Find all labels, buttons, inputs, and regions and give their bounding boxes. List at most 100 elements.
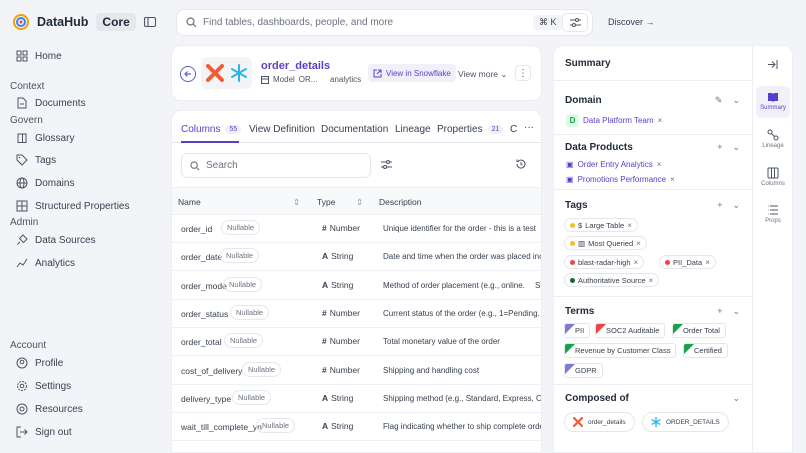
- sidebar-item-profile[interactable]: Profile: [16, 357, 63, 369]
- rail-summary[interactable]: Summary: [753, 91, 793, 111]
- sidebar-collapse-icon[interactable]: [143, 15, 157, 29]
- add-icon[interactable]: +: [717, 306, 722, 317]
- remove-icon[interactable]: ×: [649, 276, 654, 285]
- column-description[interactable]: Shipping method (e.g., Standard, Express…: [383, 394, 541, 403]
- sidebar-item-domains[interactable]: Domains: [16, 177, 74, 189]
- tab-documentation[interactable]: Documentation: [321, 124, 388, 135]
- column-header-name[interactable]: Name: [178, 197, 201, 207]
- table-row[interactable]: order_id Nullable # Number Unique identifier…: [172, 215, 541, 243]
- column-search-input[interactable]: Search: [181, 153, 371, 178]
- table-row[interactable]: wait_till_complete_yn Nullable A String Flag…: [172, 413, 541, 442]
- brand[interactable]: DataHub Core: [13, 13, 136, 31]
- chevron-down-icon[interactable]: ⌄: [732, 95, 740, 106]
- table-row[interactable]: order_mode Nullable A String Method of order…: [172, 272, 541, 300]
- back-button[interactable]: [180, 66, 196, 82]
- rail-columns[interactable]: Columns: [753, 167, 793, 187]
- tag-chip[interactable]: blast-radar-high ×: [564, 255, 645, 269]
- column-description[interactable]: Current status of the order (e.g., 1=Pen…: [383, 309, 540, 318]
- term-chip[interactable]: Order Total: [672, 323, 726, 338]
- filter-sliders-icon[interactable]: [381, 160, 392, 169]
- column-name[interactable]: order_total: [181, 337, 222, 347]
- tab-overflow[interactable]: C: [510, 124, 517, 135]
- remove-icon[interactable]: ×: [634, 258, 639, 267]
- column-description[interactable]: Total monetary value of the order: [383, 337, 500, 346]
- composed-of-item[interactable]: ORDER_DETAILS: [642, 412, 729, 432]
- table-row[interactable]: delivery_type Nullable A String Shipping met…: [172, 385, 541, 413]
- rail-props[interactable]: Props: [753, 204, 793, 224]
- entity-container[interactable]: analytics: [330, 75, 361, 84]
- column-description[interactable]: Unique identifier for the order - this i…: [383, 224, 536, 233]
- close-panel-icon[interactable]: [767, 59, 778, 70]
- column-description[interactable]: Shipping and handling cost: [383, 366, 479, 375]
- rail-lineage[interactable]: Lineage: [753, 129, 793, 149]
- table-row[interactable]: order_total Nullable # Number Total monetary…: [172, 328, 541, 357]
- add-icon[interactable]: +: [717, 200, 722, 211]
- term-chip[interactable]: GDPR: [564, 363, 603, 378]
- term-chip[interactable]: SOC2 Auditable: [595, 323, 666, 338]
- column-name[interactable]: cost_of_delivery: [181, 366, 242, 376]
- column-name[interactable]: delivery_type: [181, 394, 231, 404]
- chevron-down-icon[interactable]: ⌄: [732, 306, 740, 317]
- entity-name[interactable]: order_details: [261, 60, 330, 72]
- tag-chip[interactable]: ▥ Most Queried ×: [564, 236, 647, 250]
- sidebar-item-analytics[interactable]: Analytics: [16, 257, 75, 269]
- view-in-platform-button[interactable]: View in Snowflake: [368, 64, 456, 82]
- tag-chip[interactable]: Authoritative Source ×: [564, 273, 660, 287]
- view-more-button[interactable]: View more ⌄: [458, 69, 508, 80]
- remove-icon[interactable]: ×: [627, 221, 632, 230]
- sidebar-item-glossary[interactable]: Glossary: [16, 132, 74, 144]
- sort-icon[interactable]: ⇕: [293, 197, 300, 208]
- term-chip[interactable]: Certified: [683, 343, 728, 358]
- sort-icon[interactable]: ⇕: [356, 197, 363, 208]
- tabs-more-icon[interactable]: ···: [524, 122, 534, 133]
- chevron-down-icon[interactable]: ⌄: [732, 393, 740, 404]
- tag-chip[interactable]: $ Large Table ×: [564, 218, 638, 232]
- chevron-down-icon[interactable]: ⌄: [732, 200, 740, 211]
- sidebar-item-documents[interactable]: Documents: [16, 97, 86, 109]
- column-name[interactable]: wait_till_complete_yn: [181, 422, 262, 432]
- remove-icon[interactable]: ×: [670, 175, 675, 184]
- sidebar-item-resources[interactable]: Resources: [16, 403, 83, 415]
- column-description[interactable]: Method of order placement (e.g., online.: [383, 281, 525, 290]
- sidebar-item-tags[interactable]: Tags: [16, 154, 56, 166]
- column-name[interactable]: order_mode: [181, 281, 227, 291]
- more-actions-button[interactable]: ⋮: [515, 65, 531, 81]
- table-row[interactable]: order_date Nullable A String Date and time w…: [172, 243, 541, 272]
- history-icon[interactable]: [515, 158, 527, 170]
- remove-icon[interactable]: ×: [636, 239, 641, 248]
- term-chip[interactable]: PII: [564, 323, 591, 338]
- tab-lineage[interactable]: Lineage: [395, 124, 431, 135]
- add-icon[interactable]: +: [717, 142, 722, 153]
- sidebar-item-sign-out[interactable]: Sign out: [16, 426, 72, 438]
- tab-columns[interactable]: Columns 55: [181, 124, 242, 135]
- search-filters-button[interactable]: [562, 13, 588, 32]
- term-chip[interactable]: Revenue by Customer Class: [564, 343, 677, 358]
- column-name[interactable]: order_status: [181, 309, 228, 319]
- chevron-down-icon[interactable]: ⌄: [732, 142, 740, 153]
- data-product-item[interactable]: ▣ Order Entry Analytics ×: [566, 160, 661, 169]
- sidebar-item-settings[interactable]: Settings: [16, 380, 71, 392]
- sidebar-item-home[interactable]: Home: [16, 50, 62, 62]
- column-description[interactable]: Flag indicating whether to ship complete…: [383, 422, 541, 431]
- column-name[interactable]: order_date: [181, 252, 222, 262]
- remove-icon[interactable]: ×: [658, 116, 663, 125]
- column-header-type[interactable]: Type: [317, 197, 335, 207]
- global-search[interactable]: Find tables, dashboards, people, and mor…: [176, 9, 593, 36]
- remove-icon[interactable]: ×: [657, 160, 662, 169]
- discover-link[interactable]: Discover →: [608, 17, 655, 27]
- remove-icon[interactable]: ×: [705, 258, 710, 267]
- tab-view-definition[interactable]: View Definition: [249, 124, 315, 135]
- pencil-icon[interactable]: ✎: [715, 95, 723, 106]
- composed-of-item[interactable]: order_details: [564, 412, 635, 432]
- table-row[interactable]: order_status Nullable # Number Current statu…: [172, 300, 541, 328]
- column-description[interactable]: Date and time when the order was placed …: [383, 252, 541, 261]
- search-input[interactable]: Find tables, dashboards, people, and mor…: [203, 17, 393, 28]
- data-product-item[interactable]: ▣ Promotions Performance ×: [566, 175, 675, 184]
- sidebar-item-data-sources[interactable]: Data Sources: [16, 234, 96, 246]
- sidebar-item-structured-properties[interactable]: Structured Properties: [16, 200, 130, 212]
- tab-properties[interactable]: Properties 21: [437, 124, 504, 135]
- domain-item[interactable]: D Data Platform Team ×: [566, 114, 662, 127]
- table-row[interactable]: cost_of_delivery Nullable # Number Shipping …: [172, 357, 541, 385]
- tag-chip[interactable]: PII_Data ×: [659, 255, 716, 269]
- column-name[interactable]: order_id: [181, 224, 212, 234]
